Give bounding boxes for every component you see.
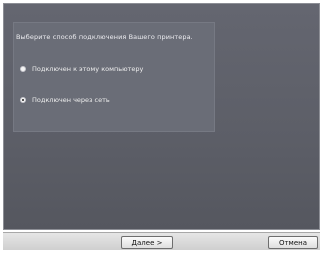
option-local-connection[interactable]: Подключен к этому компьютеру [20, 65, 143, 73]
button-bar: Далее > Отмена [3, 232, 320, 250]
next-button-label: алее > [137, 238, 163, 247]
option-network-connection-label: Подключен через сеть [32, 96, 110, 104]
option-local-connection-label: Подключен к этому компьютеру [32, 65, 144, 73]
radio-network-connection[interactable] [20, 97, 26, 103]
cancel-button[interactable]: Отмена [268, 236, 318, 249]
radio-local-connection[interactable] [20, 66, 26, 72]
installer-window: Выберите способ подключения Вашего принт… [0, 0, 325, 253]
option-network-connection[interactable]: Подключен через сеть [20, 96, 110, 104]
next-button[interactable]: Далее > [121, 236, 173, 249]
connection-prompt: Выберите способ подключения Вашего принт… [16, 33, 193, 41]
